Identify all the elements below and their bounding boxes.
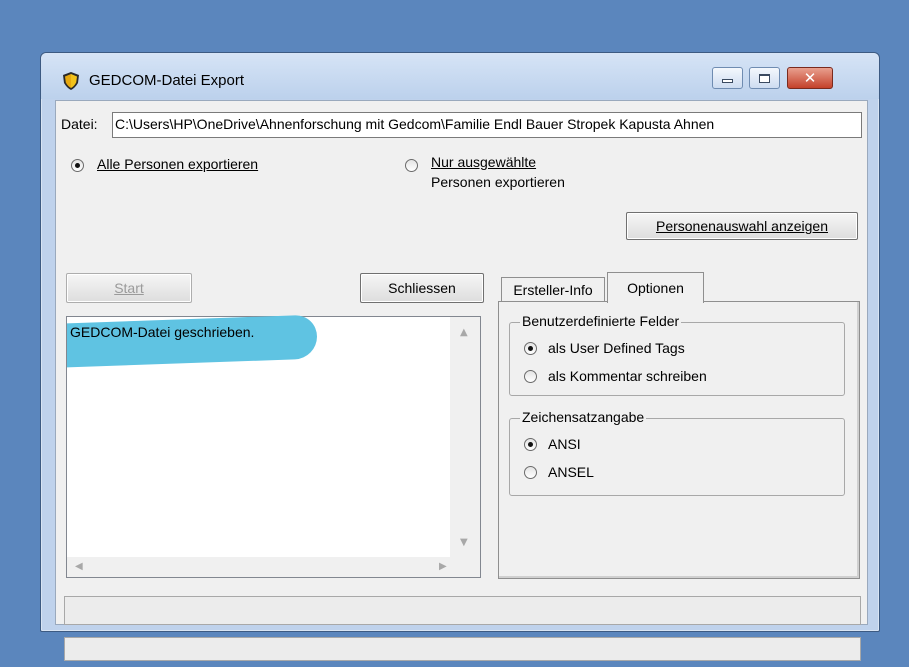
shield-icon bbox=[63, 72, 79, 90]
title-bar[interactable]: GEDCOM-Datei Export ✕ bbox=[41, 53, 879, 99]
scroll-up-icon[interactable]: ▲ bbox=[460, 327, 468, 338]
close-label: Schliessen bbox=[388, 280, 456, 296]
radio-ansi[interactable] bbox=[524, 438, 537, 451]
progress-bar bbox=[64, 596, 861, 625]
radio-comment-label[interactable]: als Kommentar schreiben bbox=[548, 368, 707, 384]
tab-optionen-label: Optionen bbox=[627, 280, 684, 296]
scroll-left-icon[interactable]: ◀ bbox=[75, 561, 83, 572]
file-path-field[interactable]: C:\Users\HP\OneDrive\Ahnenforschung mit … bbox=[112, 112, 862, 138]
horizontal-scrollbar[interactable]: ◀ ▶ bbox=[67, 557, 480, 577]
maximize-icon bbox=[759, 73, 770, 83]
radio-user-defined-tags-label[interactable]: als User Defined Tags bbox=[548, 340, 685, 356]
radio-selected-persons-label-line2[interactable]: Personen exportieren bbox=[431, 174, 565, 190]
radio-selected-persons[interactable] bbox=[405, 159, 418, 172]
scroll-right-icon[interactable]: ▶ bbox=[439, 561, 447, 572]
file-label: Datei: bbox=[61, 116, 98, 132]
options-panel: Benutzerdefinierte Felder als User Defin… bbox=[498, 301, 860, 579]
tab-optionen[interactable]: Optionen bbox=[607, 272, 704, 303]
tab-ersteller-info[interactable]: Ersteller-Info bbox=[501, 277, 605, 302]
dialog-content: Datei: C:\Users\HP\OneDrive\Ahnenforschu… bbox=[55, 100, 868, 661]
tab-ersteller-info-label: Ersteller-Info bbox=[513, 282, 593, 298]
close-icon: ✕ bbox=[803, 68, 817, 87]
highlight-marker bbox=[67, 314, 317, 368]
close-button[interactable]: Schliessen bbox=[360, 273, 484, 303]
radio-ansi-label[interactable]: ANSI bbox=[548, 436, 581, 452]
charset-group: Zeichensatzangabe ANSI ANSEL bbox=[509, 409, 845, 496]
maximize-button[interactable] bbox=[749, 67, 780, 89]
minimize-button[interactable] bbox=[712, 67, 743, 89]
radio-user-defined-tags[interactable] bbox=[524, 342, 537, 355]
log-line: GEDCOM-Datei geschrieben. bbox=[70, 324, 255, 340]
radio-all-persons[interactable] bbox=[71, 159, 84, 172]
radio-comment[interactable] bbox=[524, 370, 537, 383]
minimize-icon bbox=[722, 79, 733, 83]
start-button[interactable]: Start bbox=[66, 273, 192, 303]
radio-ansel-label[interactable]: ANSEL bbox=[548, 464, 594, 480]
vertical-scrollbar[interactable]: ▲ ▼ bbox=[450, 317, 480, 559]
radio-all-persons-label[interactable]: Alle Personen exportieren bbox=[97, 156, 258, 172]
log-output[interactable]: GEDCOM-Datei geschrieben. ▲ ▼ ◀ ▶ bbox=[66, 314, 481, 578]
scroll-down-icon[interactable]: ▼ bbox=[460, 537, 468, 548]
custom-fields-title: Benutzerdefinierte Felder bbox=[520, 313, 682, 329]
status-bar bbox=[64, 637, 861, 661]
custom-fields-group: Benutzerdefinierte Felder als User Defin… bbox=[509, 313, 845, 396]
start-label: Start bbox=[114, 280, 144, 296]
close-window-button[interactable]: ✕ bbox=[787, 67, 833, 89]
radio-ansel[interactable] bbox=[524, 466, 537, 479]
selected-persons-text-1: Nur ausgewählte bbox=[431, 154, 537, 170]
export-dialog: GEDCOM-Datei Export ✕ Datei: C:\Users\HP… bbox=[40, 52, 880, 661]
window-title: GEDCOM-Datei Export bbox=[89, 72, 245, 89]
radio-selected-persons-label-line1[interactable]: Nur ausgewählte bbox=[431, 154, 536, 170]
show-person-selection-button[interactable]: Personenauswahl anzeigen bbox=[626, 212, 858, 240]
show-person-selection-label: Personenauswahl anzeigen bbox=[655, 218, 828, 234]
charset-title: Zeichensatzangabe bbox=[520, 409, 647, 425]
